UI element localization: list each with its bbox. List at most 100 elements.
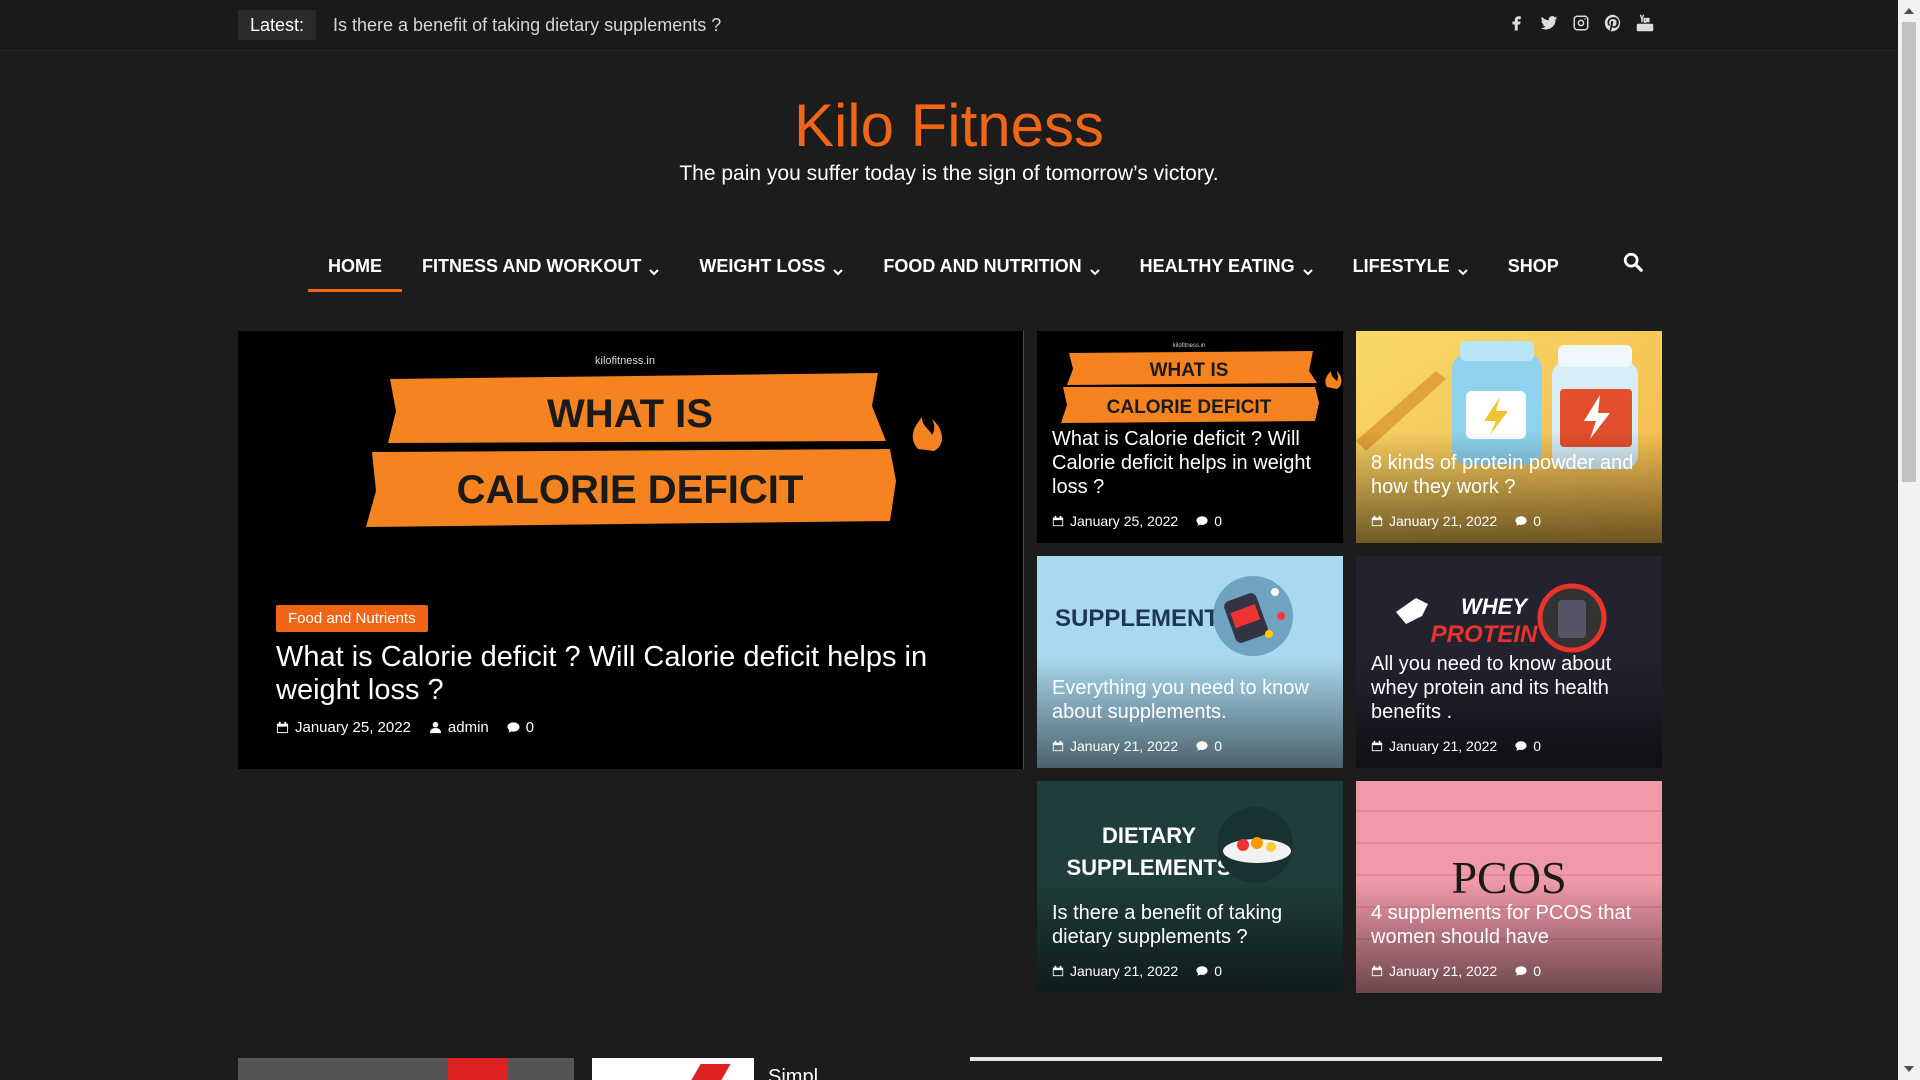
- date-text: January 21, 2022: [1070, 963, 1179, 979]
- post-date[interactable]: January 21, 2022: [1052, 738, 1178, 754]
- post-comments[interactable]: 0: [1515, 963, 1541, 979]
- comment-icon: [1515, 516, 1527, 526]
- post-date[interactable]: January 21, 2022: [1371, 513, 1497, 529]
- post-author[interactable]: admin: [429, 719, 489, 736]
- article-card[interactable]: SUPPLEMENTS Everything you need to know …: [1037, 556, 1343, 768]
- svg-text:SUPPLEMENTS: SUPPLEMENTS: [1066, 855, 1231, 880]
- image-line1: WHAT IS: [547, 392, 713, 436]
- date-text: January 21, 2022: [1389, 513, 1498, 529]
- svg-text:WHAT IS: WHAT IS: [1150, 360, 1229, 381]
- featured-image: kilofitness.in WHAT IS CALORIE DEFICIT: [238, 331, 1023, 591]
- section-divider: [970, 1057, 1662, 1061]
- nav-item-shop[interactable]: SHOP: [1488, 240, 1579, 292]
- featured-article-meta: January 25, 2022 admin 0: [276, 719, 552, 736]
- nav-item-lifestyle[interactable]: LIFESTYLE: [1333, 240, 1488, 292]
- comment-count: 0: [1533, 513, 1541, 529]
- scroll-down-arrow-icon[interactable]: [1903, 1064, 1915, 1074]
- twitter-icon[interactable]: [1540, 12, 1558, 34]
- nav-item-food-and-nutrition[interactable]: FOOD AND NUTRITION: [863, 240, 1119, 292]
- date-text: January 25, 2022: [1070, 513, 1179, 529]
- image-site-text: kilofitness.in: [595, 355, 655, 367]
- article-title[interactable]: 4 supplements for PCOS that women should…: [1371, 901, 1656, 949]
- nav-label: LIFESTYLE: [1352, 255, 1450, 276]
- calendar-icon: [276, 721, 289, 734]
- post-thumbnail[interactable]: [238, 1058, 574, 1080]
- nav-item-home[interactable]: HOME: [308, 240, 402, 292]
- social-links: [1508, 12, 1654, 34]
- post-date[interactable]: January 21, 2022: [1371, 738, 1497, 754]
- chevron-down-icon: [1457, 261, 1468, 276]
- date-text: January 21, 2022: [1070, 738, 1179, 754]
- post-thumbnail[interactable]: [592, 1058, 754, 1080]
- date-text: January 25, 2022: [295, 719, 411, 736]
- article-meta: January 21, 2022 0: [1052, 963, 1240, 979]
- nav-label: FITNESS AND WORKOUT: [422, 255, 642, 276]
- calendar-icon: [1052, 740, 1064, 752]
- calendar-icon: [1371, 740, 1383, 752]
- article-meta: January 25, 2022 0: [1052, 513, 1240, 529]
- post-title[interactable]: Simpl: [768, 1066, 818, 1080]
- article-title[interactable]: 8 kinds of protein powder and how they w…: [1371, 451, 1656, 499]
- post-date[interactable]: January 21, 2022: [1371, 963, 1497, 979]
- nav-item-weight-loss[interactable]: WEIGHT LOSS: [679, 240, 863, 292]
- featured-article[interactable]: kilofitness.in WHAT IS CALORIE DEFICIT F…: [238, 331, 1024, 769]
- youtube-icon[interactable]: [1636, 12, 1654, 34]
- featured-article-title[interactable]: What is Calorie deficit ? Will Calorie d…: [276, 641, 1016, 707]
- svg-text:WHEY: WHEY: [1461, 594, 1529, 619]
- author-text: admin: [447, 719, 489, 736]
- comment-count: 0: [525, 719, 535, 736]
- svg-text:PROTEIN: PROTEIN: [1431, 621, 1538, 648]
- chevron-down-icon: [649, 261, 660, 276]
- search-icon[interactable]: [1622, 251, 1646, 275]
- scrollbar-thumb[interactable]: [1902, 22, 1916, 482]
- article-card[interactable]: kilofitness.in WHAT IS CALORIE DEFICIT W…: [1037, 331, 1343, 543]
- comment-icon: [1196, 516, 1208, 526]
- post-comments[interactable]: 0: [1196, 513, 1222, 529]
- scroll-up-arrow-icon[interactable]: [1903, 6, 1915, 16]
- facebook-icon[interactable]: [1508, 12, 1526, 34]
- category-badge[interactable]: Food and Nutrients: [276, 605, 428, 632]
- article-title[interactable]: Everything you need to know about supple…: [1052, 676, 1337, 724]
- post-comments[interactable]: 0: [1515, 738, 1541, 754]
- latest-news-ticker[interactable]: Is there a benefit of taking dietary sup…: [333, 13, 721, 37]
- article-card[interactable]: PCOS 4 supplements for PCOS that women s…: [1356, 781, 1662, 993]
- post-comments[interactable]: 0: [507, 719, 534, 736]
- comment-icon: [507, 722, 520, 733]
- instagram-icon[interactable]: [1572, 12, 1590, 34]
- article-title[interactable]: All you need to know about whey protein …: [1371, 652, 1656, 724]
- comment-count: 0: [1533, 738, 1541, 754]
- image-line2: CALORIE DEFICIT: [457, 468, 804, 512]
- nav-item-fitness-and-workout[interactable]: FITNESS AND WORKOUT: [402, 240, 679, 292]
- article-title[interactable]: What is Calorie deficit ? Will Calorie d…: [1052, 427, 1337, 499]
- calendar-icon: [1371, 965, 1383, 977]
- nav-label: HEALTHY EATING: [1139, 255, 1295, 276]
- svg-text:CALORIE DEFICIT: CALORIE DEFICIT: [1107, 397, 1272, 418]
- svg-text:DIETARY: DIETARY: [1102, 823, 1196, 848]
- site-title[interactable]: Kilo Fitness: [0, 88, 1898, 164]
- post-comments[interactable]: 0: [1196, 963, 1222, 979]
- post-date[interactable]: January 25, 2022: [1052, 513, 1178, 529]
- article-meta: January 21, 2022 0: [1371, 738, 1559, 754]
- article-title[interactable]: Is there a benefit of taking dietary sup…: [1052, 901, 1337, 949]
- date-text: January 21, 2022: [1389, 738, 1498, 754]
- comment-icon: [1515, 966, 1527, 976]
- post-date[interactable]: January 21, 2022: [1052, 963, 1178, 979]
- post-date[interactable]: January 25, 2022: [276, 719, 411, 736]
- comment-icon: [1196, 966, 1208, 976]
- site-tagline: The pain you suffer today is the sign of…: [679, 162, 1219, 185]
- article-card[interactable]: 8 kinds of protein powder and how they w…: [1356, 331, 1662, 543]
- top-bar: Latest: Is there a benefit of taking die…: [0, 0, 1898, 51]
- comment-icon: [1196, 741, 1208, 751]
- article-card[interactable]: DIETARY SUPPLEMENTS Is there a benefit o…: [1037, 781, 1343, 993]
- calendar-icon: [1052, 965, 1064, 977]
- post-comments[interactable]: 0: [1515, 513, 1541, 529]
- comment-count: 0: [1214, 738, 1222, 754]
- nav-item-healthy-eating[interactable]: HEALTHY EATING: [1120, 240, 1333, 292]
- latest-label: Latest:: [238, 10, 317, 40]
- article-card[interactable]: WHEY PROTEIN All you need to know about …: [1356, 556, 1662, 768]
- nav-label: SHOP: [1507, 255, 1559, 276]
- calendar-icon: [1371, 515, 1383, 527]
- post-comments[interactable]: 0: [1196, 738, 1222, 754]
- svg-text:SUPPLEMENTS: SUPPLEMENTS: [1055, 605, 1235, 632]
- pinterest-icon[interactable]: [1604, 12, 1622, 34]
